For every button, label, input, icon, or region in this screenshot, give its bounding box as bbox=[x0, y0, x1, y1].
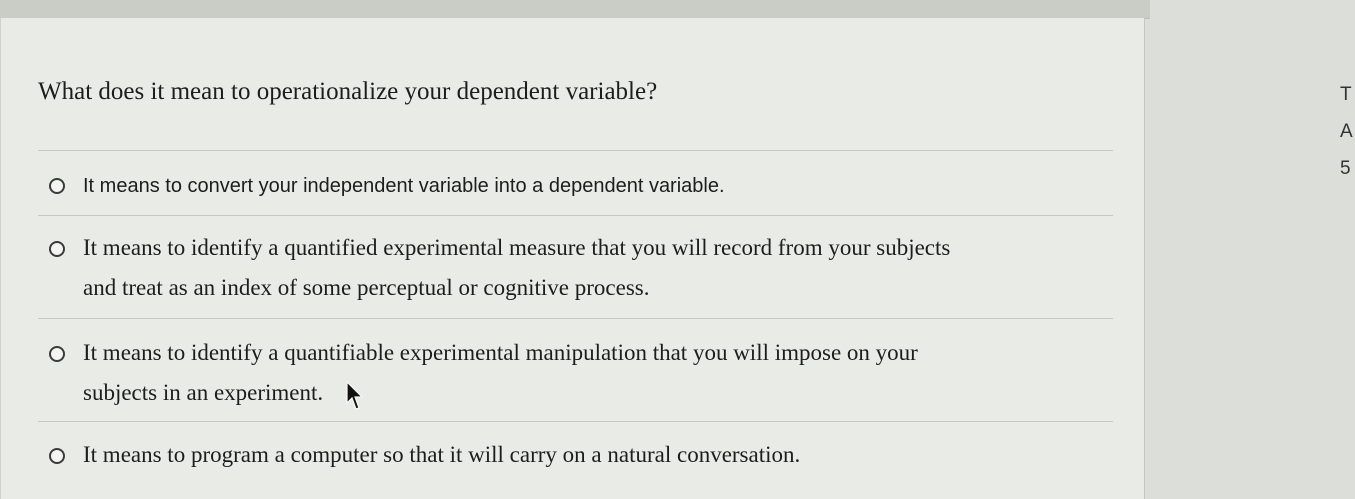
answer-option-3-line-1: It means to identify a quantifiable expe… bbox=[83, 340, 918, 365]
radio-button-icon[interactable] bbox=[49, 178, 65, 194]
quiz-screen: What does it mean to operationalize your… bbox=[0, 0, 1355, 499]
answer-option-2-line-1: It means to identify a quantified experi… bbox=[83, 235, 951, 260]
side-letter-1: T bbox=[1340, 84, 1352, 105]
side-letter-3: 5 bbox=[1340, 158, 1351, 179]
radio-button-icon[interactable] bbox=[49, 346, 65, 362]
answer-option-1-label: It means to convert your independent var… bbox=[83, 175, 725, 197]
mouse-cursor-icon bbox=[346, 381, 363, 410]
option-divider bbox=[38, 421, 1113, 422]
answer-option-2-label: It means to identify a quantified experi… bbox=[83, 228, 950, 308]
answer-option-4[interactable]: It means to program a computer so that i… bbox=[49, 435, 800, 475]
question-divider bbox=[38, 150, 1113, 151]
side-panel-letters: T A 5 bbox=[1340, 84, 1355, 195]
answer-option-2-line-2: and treat as an index of some perceptual… bbox=[83, 275, 650, 300]
answer-option-3[interactable]: It means to identify a quantifiable expe… bbox=[49, 333, 918, 413]
option-divider bbox=[38, 215, 1113, 216]
question-text: What does it mean to operationalize your… bbox=[38, 78, 658, 105]
side-letter-2: A bbox=[1340, 121, 1353, 142]
top-bar bbox=[0, 0, 1150, 19]
question-panel: What does it mean to operationalize your… bbox=[0, 18, 1145, 499]
answer-option-2[interactable]: It means to identify a quantified experi… bbox=[49, 228, 950, 308]
option-divider bbox=[38, 318, 1113, 319]
answer-option-3-line-2: subjects in an experiment. bbox=[83, 380, 324, 405]
answer-option-1[interactable]: It means to convert your independent var… bbox=[49, 172, 725, 200]
radio-button-icon[interactable] bbox=[49, 448, 65, 464]
answer-option-3-label: It means to identify a quantifiable expe… bbox=[83, 333, 918, 413]
radio-button-icon[interactable] bbox=[49, 241, 65, 257]
answer-option-4-label: It means to program a computer so that i… bbox=[83, 442, 801, 467]
